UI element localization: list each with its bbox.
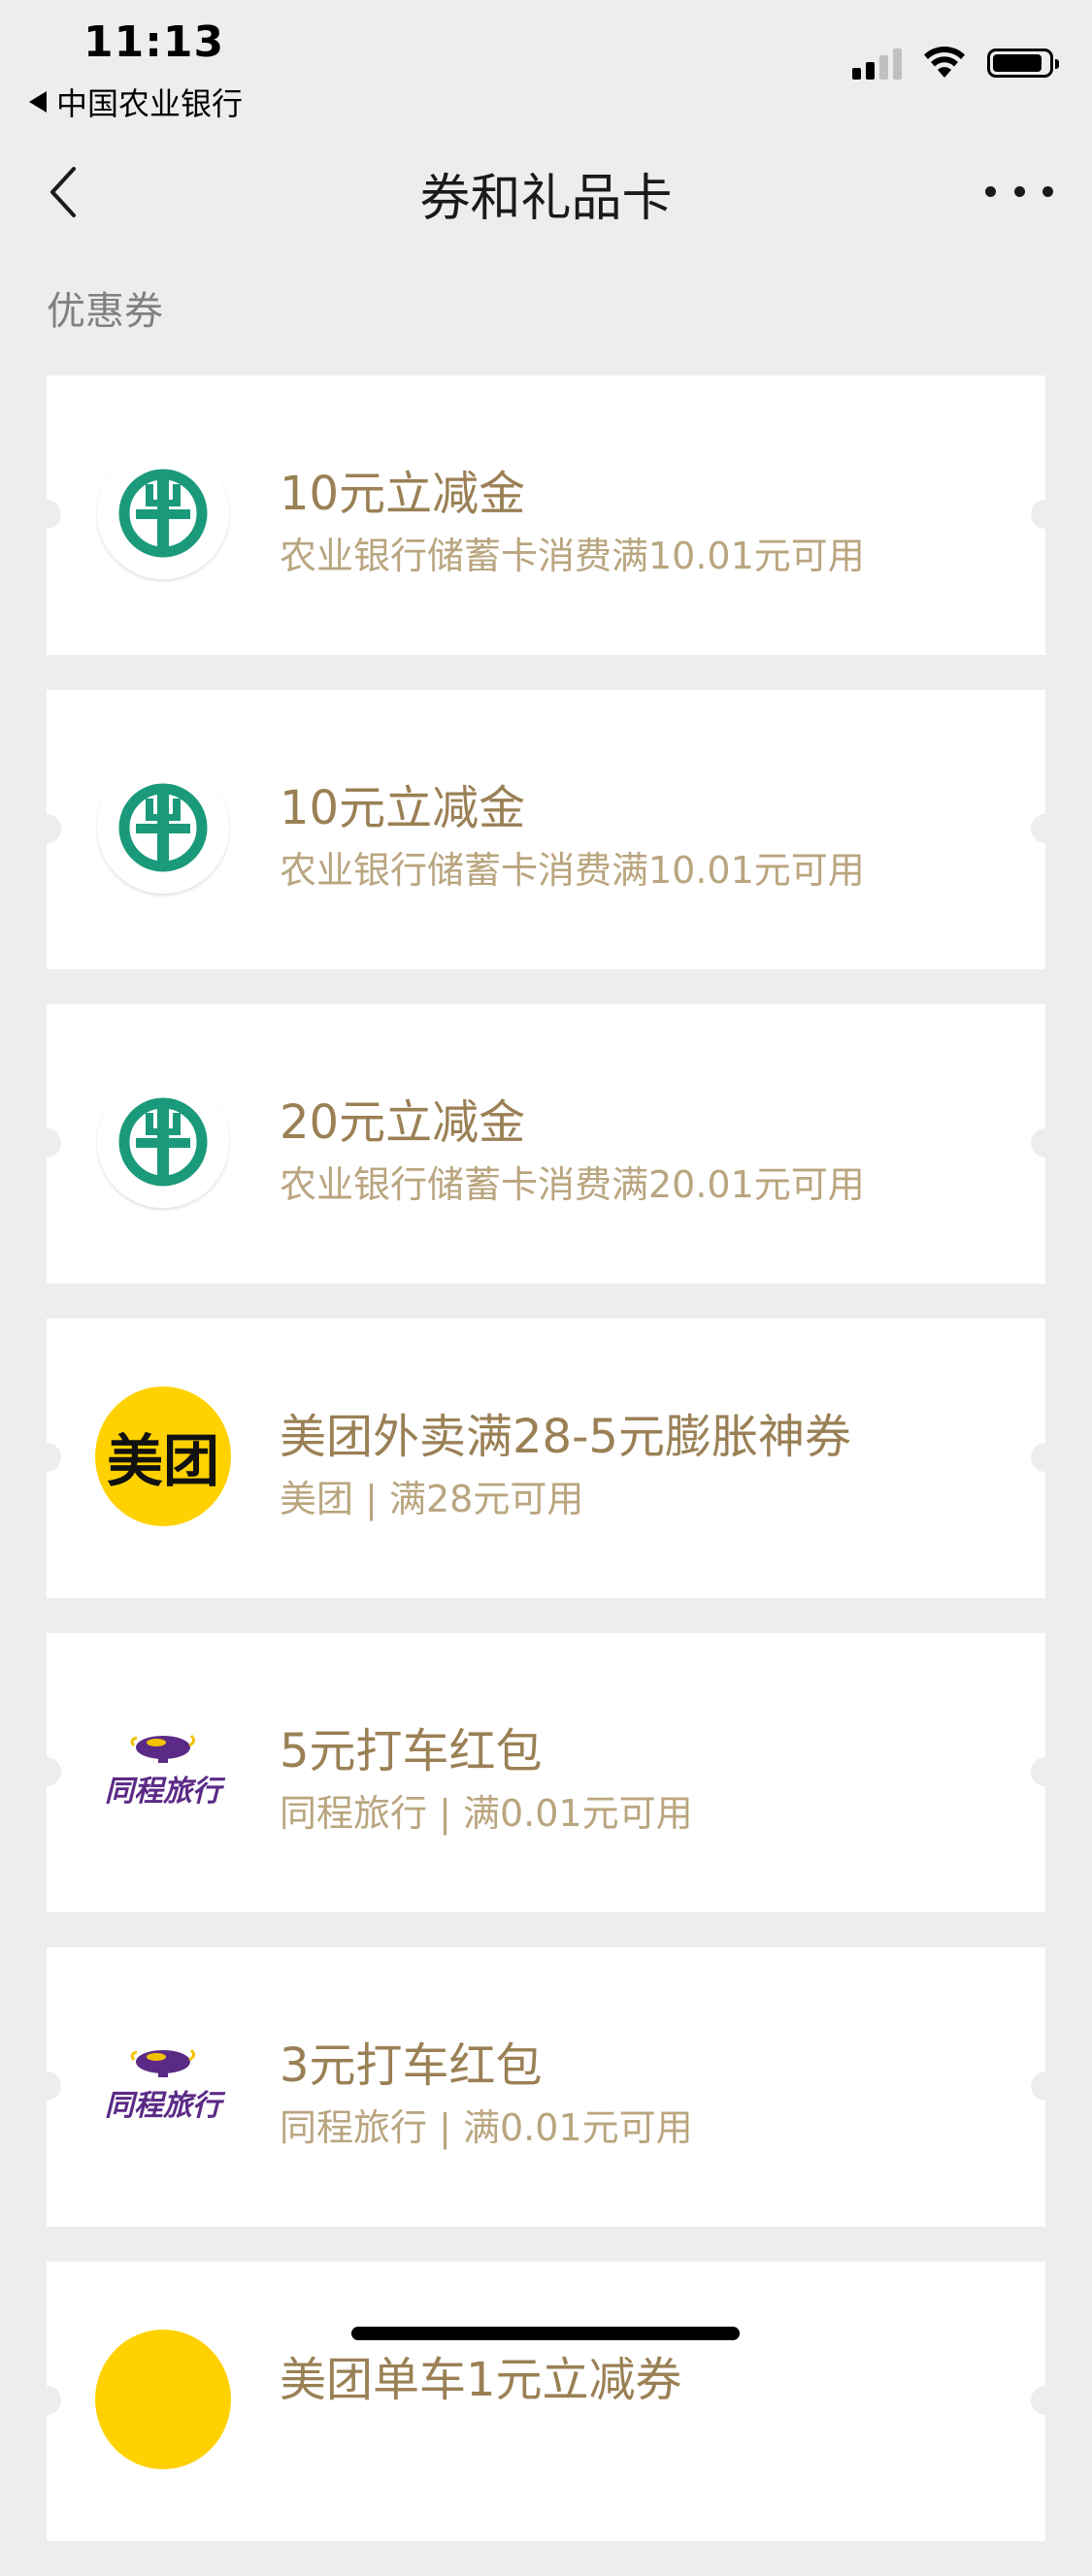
coupon-card[interactable]: 同程旅行 5元打车红包 同程旅行 | 满0.01元可用 [32, 1633, 1060, 1912]
meituan-logo-icon: 美团 [95, 1386, 231, 1526]
tongcheng-logo-icon: 同程旅行 [95, 1703, 231, 1839]
back-app-label: 中国农业银行 [56, 85, 244, 122]
status-icons [852, 47, 1059, 80]
coupon-list: 10元立减金 农业银行储蓄卡消费满10.01元可用 10元立减金 农业银行储蓄卡… [32, 375, 1060, 2576]
tongcheng-logo-icon: 同程旅行 [95, 2017, 231, 2153]
coupon-logo: 美团 [95, 1386, 231, 1526]
coupon-logo [95, 1074, 231, 1210]
coupon-card[interactable]: 同程旅行 3元打车红包 同程旅行 | 满0.01元可用 [32, 1947, 1060, 2227]
coupon-title: 10元立减金 [280, 467, 526, 521]
section-label-coupons: 优惠券 [47, 289, 163, 334]
coupon-card[interactable]: 美团 美团外卖满28-5元膨胀神券 美团 | 满28元可用 [32, 1319, 1060, 1598]
coupon-desc: 农业银行储蓄卡消费满20.01元可用 [280, 1163, 865, 1206]
battery-icon [987, 49, 1059, 78]
wifi-icon [924, 47, 965, 78]
home-indicator[interactable] [351, 2327, 740, 2340]
coupon-logo: 同程旅行 [95, 1703, 231, 1839]
coupon-desc: 同程旅行 | 满0.01元可用 [280, 1792, 693, 1835]
coupon-desc: 美团 | 满28元可用 [280, 1478, 584, 1520]
coupon-title: 10元立减金 [280, 781, 526, 835]
page-title: 券和礼品卡 [419, 170, 673, 228]
coupon-logo [95, 445, 231, 581]
coupon-title: 美团外卖满28-5元膨胀神券 [280, 1410, 851, 1464]
meituan-logo-icon [95, 2330, 231, 2469]
coupon-desc: 农业银行储蓄卡消费满10.01元可用 [280, 849, 865, 892]
more-dot-icon [985, 185, 996, 197]
coupon-desc: 农业银行储蓄卡消费满10.01元可用 [280, 535, 865, 577]
coupon-logo [95, 760, 231, 896]
abc-bank-logo-icon [97, 762, 229, 894]
coupon-desc: 同程旅行 | 满0.01元可用 [280, 2106, 693, 2149]
coupon-card[interactable]: 美团单车1元立减券 [32, 2262, 1060, 2541]
more-dot-icon [1013, 185, 1025, 197]
coupon-logo: 同程旅行 [95, 2017, 231, 2153]
coupon-card[interactable]: 20元立减金 农业银行储蓄卡消费满20.01元可用 [32, 1004, 1060, 1284]
back-triangle-icon [29, 91, 47, 113]
coupon-card[interactable]: 10元立减金 农业银行储蓄卡消费满10.01元可用 [32, 375, 1060, 655]
more-button[interactable] [985, 170, 1053, 212]
status-back-to-app[interactable]: 中国农业银行 [29, 80, 243, 124]
status-bar: 11:13 中国农业银行 [0, 0, 1092, 126]
more-dot-icon [1042, 185, 1053, 197]
coupon-title: 3元打车红包 [280, 2038, 543, 2093]
tongcheng-logo-text: 同程旅行 [105, 2089, 221, 2123]
abc-bank-logo-icon [97, 447, 229, 579]
tongcheng-logo-text: 同程旅行 [105, 1775, 221, 1809]
coupon-title: 20元立减金 [280, 1095, 526, 1150]
coupon-title: 美团单车1元立减券 [280, 2353, 682, 2407]
coupon-title: 5元打车红包 [280, 1724, 543, 1778]
cellular-signal-icon [852, 47, 902, 80]
coupon-card[interactable]: 10元立减金 农业银行储蓄卡消费满10.01元可用 [32, 690, 1060, 969]
abc-bank-logo-icon [97, 1076, 229, 1208]
status-time: 11:13 [83, 17, 225, 67]
coupon-logo [95, 2330, 231, 2469]
